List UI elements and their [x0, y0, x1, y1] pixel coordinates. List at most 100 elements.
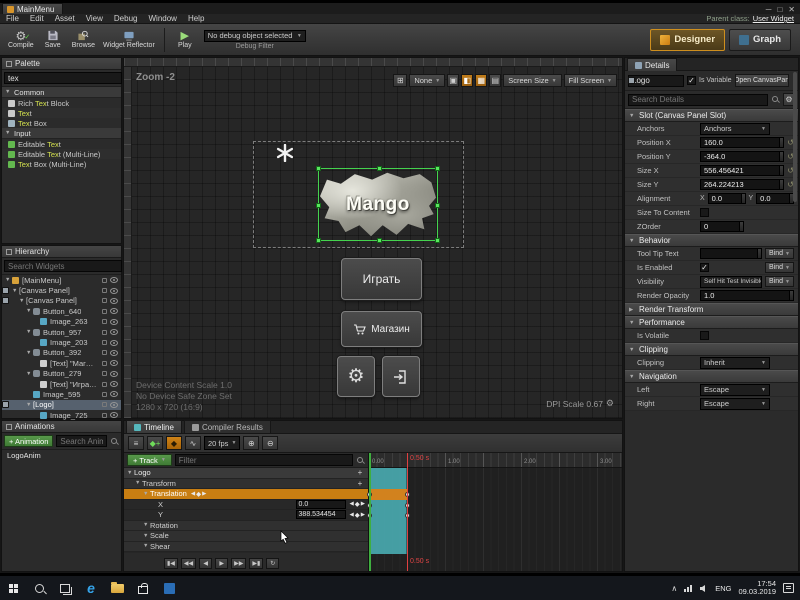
grid-snap-icon[interactable]: ⊞	[393, 74, 407, 87]
hierarchy-row[interactable]: ▼[MainMenu]	[2, 275, 121, 285]
keyframe-controls[interactable]: ◀◆▶	[350, 500, 365, 508]
lock-icon[interactable]	[102, 350, 107, 355]
navigation-left-dropdown[interactable]: Escape ▼	[700, 384, 770, 396]
play-button[interactable]: ▶ Play	[170, 26, 200, 54]
palette-search-input[interactable]	[4, 72, 122, 84]
bind-button[interactable]: Bind ▼	[765, 248, 794, 259]
step-back-button[interactable]: ◀◀	[181, 558, 196, 569]
open-canvas-panel-button[interactable]: Open CanvasPan	[735, 74, 789, 87]
expand-arrow-icon[interactable]: ▼	[12, 288, 19, 294]
position-x-field[interactable]: 160.0	[700, 137, 784, 148]
palette-item[interactable]: Rich Text Block	[2, 98, 121, 108]
app-button[interactable]	[156, 576, 182, 600]
play-button[interactable]: ▶	[215, 558, 228, 569]
visibility-eye-icon[interactable]	[110, 412, 118, 418]
selection-handle[interactable]	[316, 203, 321, 208]
render-opacity-field[interactable]: 1.0	[700, 290, 794, 301]
lock-icon[interactable]	[102, 298, 107, 303]
palette-item[interactable]: Text Box	[2, 118, 121, 128]
hierarchy-row[interactable]: Image_595	[2, 389, 121, 399]
lock-icon[interactable]	[102, 330, 107, 335]
size-x-field[interactable]: 556.456421	[700, 165, 784, 176]
section-navigation[interactable]: ▼ Navigation	[625, 370, 798, 383]
menu-window[interactable]: Window	[148, 14, 176, 23]
timeline-track-row[interactable]: X0.0◀◆▶	[124, 500, 368, 511]
dpi-scale-indicator[interactable]: DPI Scale 0.67 ⚙	[546, 398, 614, 409]
hierarchy-row[interactable]: Image_263	[2, 317, 121, 327]
visibility-eye-icon[interactable]	[110, 402, 118, 408]
parent-class-link[interactable]: User Widget	[753, 14, 794, 23]
section-slot[interactable]: ▼ Slot (Canvas Panel Slot)	[625, 109, 798, 122]
edge-button[interactable]: e	[78, 576, 104, 600]
preview-shop-button[interactable]: Магазин	[341, 311, 422, 347]
menu-debug[interactable]: Debug	[114, 14, 138, 23]
menu-file[interactable]: File	[6, 14, 19, 23]
visibility-eye-icon[interactable]	[110, 277, 118, 283]
localization-preview-icon[interactable]: ▣	[447, 74, 459, 87]
add-track-button[interactable]: + Track ▼	[127, 454, 172, 466]
size-to-content-checkbox[interactable]	[700, 208, 709, 217]
selection-handle[interactable]	[435, 203, 440, 208]
hierarchy-row[interactable]: ▼Button_957	[2, 327, 121, 337]
store-button[interactable]	[130, 576, 156, 600]
section-performance[interactable]: ▼ Performance	[625, 316, 798, 329]
animation-search-input[interactable]	[56, 435, 107, 447]
debug-object-dropdown[interactable]: No debug object selected ▼	[204, 30, 306, 42]
visibility-eye-icon[interactable]	[110, 288, 118, 294]
tooltip-text-field[interactable]	[700, 248, 762, 259]
expand-arrow-icon[interactable]: ▼	[143, 522, 150, 528]
expand-arrow-icon[interactable]: ▼	[26, 308, 33, 314]
lock-icon[interactable]	[102, 371, 107, 376]
expand-arrow-icon[interactable]: ▼	[26, 371, 33, 377]
palette-header[interactable]: Palette	[2, 58, 121, 70]
keyframe-controls[interactable]: ◀◆▶	[191, 490, 206, 498]
task-view-button[interactable]	[52, 576, 78, 600]
safe-zone-icon[interactable]: ▤	[489, 74, 501, 87]
add-key-icon[interactable]: ◆+	[147, 436, 163, 450]
tab-timeline[interactable]: Timeline	[126, 420, 182, 433]
menu-asset[interactable]: Asset	[55, 14, 75, 23]
playback-start-marker[interactable]	[369, 453, 371, 571]
palette-item[interactable]: Text	[2, 108, 121, 118]
palette-section-common[interactable]: ▼Common	[2, 87, 121, 98]
fps-dropdown[interactable]: 20 fps ▼	[204, 436, 240, 450]
expand-arrow-icon[interactable]: ▼	[135, 480, 142, 486]
visibility-eye-icon[interactable]	[110, 308, 118, 314]
network-icon[interactable]	[684, 585, 692, 592]
visibility-eye-icon[interactable]	[110, 340, 118, 346]
flow-direction-icon[interactable]: ◧	[461, 74, 473, 87]
alignment-x-field[interactable]: 0.0	[708, 193, 746, 204]
graph-mode-button[interactable]: Graph	[729, 29, 791, 51]
minimize-icon[interactable]: ─	[766, 5, 772, 14]
timeline-track-row[interactable]: ▼Rotation	[124, 521, 368, 532]
palette-item[interactable]: Text Box (Multi-Line)	[2, 159, 121, 169]
lock-icon[interactable]	[102, 392, 107, 397]
zoom-in-icon[interactable]: ⊕	[243, 436, 259, 450]
selected-track-region[interactable]	[369, 489, 407, 500]
add-animation-button[interactable]: + Animation	[4, 435, 53, 447]
frame-forward-button[interactable]: ▶▶	[231, 558, 246, 569]
start-button[interactable]	[0, 576, 26, 600]
auto-key-icon[interactable]: ◆	[166, 436, 182, 450]
browse-button[interactable]: Browse	[68, 26, 99, 54]
language-indicator[interactable]: ENG	[715, 584, 731, 593]
bind-button[interactable]: Bind ▼	[765, 276, 794, 287]
add-sub-track-button[interactable]: +	[355, 479, 365, 488]
save-button[interactable]: Save	[38, 26, 68, 54]
keyframe-region[interactable]	[369, 468, 407, 554]
expand-arrow-icon[interactable]: ▼	[26, 350, 33, 356]
clipping-dropdown[interactable]: Inherit ▼	[700, 357, 770, 369]
zorder-field[interactable]: 0	[700, 221, 744, 232]
expand-arrow-icon[interactable]: ▼	[143, 533, 150, 539]
details-scrollbar[interactable]	[793, 72, 797, 202]
preview-settings-button[interactable]: ⚙	[337, 356, 375, 397]
hierarchy-row[interactable]: ▼Button_392	[2, 348, 121, 358]
screen-size-dropdown[interactable]: Screen Size ▼	[503, 74, 561, 87]
zoom-out-icon[interactable]: ⊖	[262, 436, 278, 450]
designer-viewport[interactable]: Zoom -2 ⊞ None ▼ ▣ ◧ ▦ ▤ Screen Size ▼ F…	[123, 57, 623, 419]
size-y-field[interactable]: 264.224213	[700, 179, 784, 190]
expand-arrow-icon[interactable]: ▼	[26, 402, 33, 408]
clock[interactable]: 17:54 09.03.2019	[738, 580, 776, 596]
visibility-eye-icon[interactable]	[110, 298, 118, 304]
selection-handle[interactable]	[435, 238, 440, 243]
